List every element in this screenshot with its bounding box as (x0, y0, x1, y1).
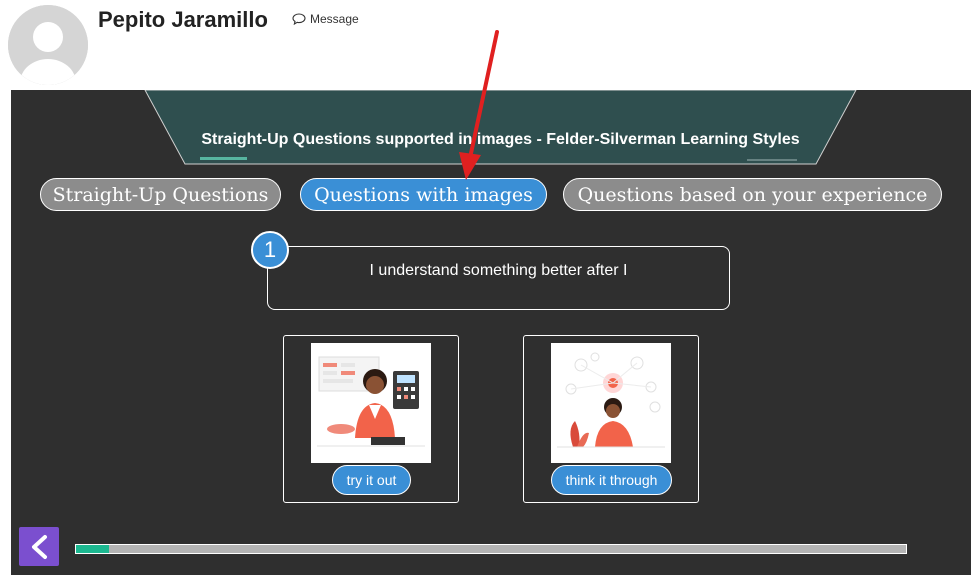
banner-accent-stripe (200, 157, 247, 160)
progress-fill (76, 545, 110, 553)
woman-calculator-icon (311, 356, 431, 463)
avatar[interactable] (8, 5, 88, 85)
option-card-think-it-through[interactable]: think it through (523, 335, 699, 503)
speech-bubble-icon (292, 13, 306, 25)
quiz-title: Straight-Up Questions supported in image… (201, 131, 800, 148)
message-link[interactable]: Message (292, 12, 359, 26)
chevron-left-icon (32, 534, 47, 559)
option-card-try-it-out[interactable]: try it out (283, 335, 459, 503)
title-banner (144, 90, 857, 165)
message-label: Message (310, 12, 359, 26)
option-button-think-it-through[interactable]: think it through (551, 465, 672, 495)
option-button-try-it-out[interactable]: try it out (332, 465, 411, 495)
progress-bar (75, 544, 907, 554)
man-thinking-icon (551, 352, 671, 463)
question-text: I understand something better after I (369, 262, 628, 279)
question-number-badge: 1 (251, 231, 289, 269)
tab-straight-up-questions[interactable]: Straight-Up Questions (40, 178, 281, 211)
default-avatar-icon (8, 5, 88, 85)
option-image (551, 343, 671, 463)
quiz-panel: Straight-Up Questions supported in image… (11, 90, 971, 575)
user-name[interactable]: Pepito Jaramillo (98, 7, 268, 33)
tab-questions-with-images[interactable]: Questions with images (300, 178, 547, 211)
back-button[interactable] (19, 527, 59, 566)
tab-questions-based-on-experience[interactable]: Questions based on your experience (563, 178, 942, 211)
option-image (311, 343, 431, 463)
